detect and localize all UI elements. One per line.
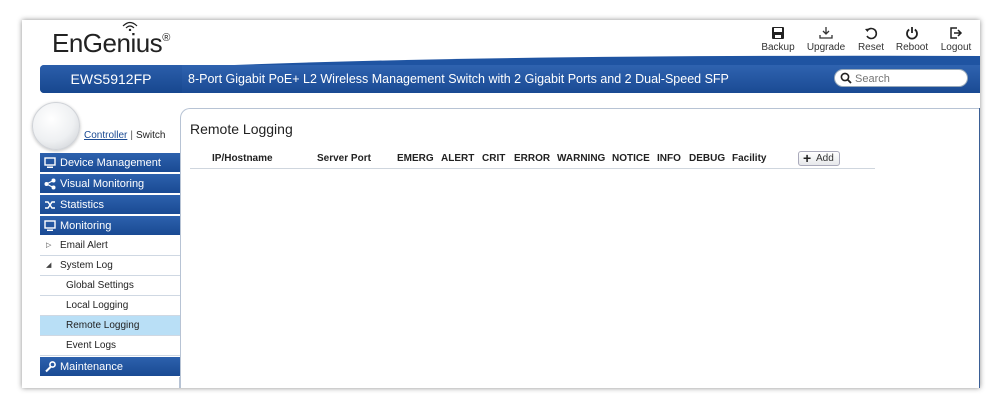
- sidebar-item-global-settings[interactable]: Global Settings: [40, 276, 180, 296]
- device-image: [32, 102, 80, 150]
- sidebar-item-system-log[interactable]: ◢ System Log: [40, 256, 180, 276]
- sidebar-item-label: Visual Monitoring: [60, 178, 145, 190]
- reset-label: Reset: [857, 42, 885, 53]
- monitor-icon: [44, 157, 56, 168]
- plus-icon: +: [803, 150, 812, 166]
- reset-icon: [865, 27, 878, 40]
- add-button[interactable]: + Add: [798, 151, 840, 166]
- sidebar-item-device-management[interactable]: Device Management: [40, 153, 180, 173]
- shuffle-icon: [45, 201, 55, 209]
- logout-label: Logout: [940, 42, 972, 53]
- sidebar-item-label: Maintenance: [60, 361, 123, 373]
- search-icon: [840, 72, 852, 84]
- monitor-icon: [44, 220, 56, 231]
- logout-button[interactable]: Logout: [936, 26, 976, 53]
- column-notice: NOTICE: [612, 153, 650, 164]
- column-warning: WARNING: [557, 153, 606, 164]
- sidebar-item-remote-logging[interactable]: Remote Logging: [40, 316, 180, 336]
- sidebar-item-label: Monitoring: [60, 220, 112, 232]
- content-panel: [180, 108, 980, 388]
- search-input[interactable]: [855, 71, 963, 86]
- reboot-button[interactable]: Reboot: [892, 26, 932, 53]
- caret-down-icon: ◢: [46, 262, 52, 269]
- add-button-label: Add: [816, 153, 834, 164]
- logout-icon: [950, 27, 963, 39]
- reset-button[interactable]: Reset: [851, 26, 891, 53]
- engenius-logo: EnGenius®: [52, 21, 170, 59]
- column-facility: Facility: [732, 153, 767, 164]
- column-error: ERROR: [514, 153, 551, 164]
- app-window: EnGenius® Backup Upgrade Reset Reboot Lo…: [22, 20, 980, 388]
- column-server-port: Server Port: [317, 153, 371, 164]
- column-emerg: EMERG: [397, 153, 434, 164]
- model-description: 8-Port Gigabit PoE+ L2 Wireless Manageme…: [188, 72, 729, 86]
- column-debug: DEBUG: [689, 153, 726, 164]
- column-ip-hostname: IP/Hostname: [212, 153, 273, 164]
- sidebar-item-monitoring[interactable]: Monitoring: [40, 216, 180, 236]
- upgrade-button[interactable]: Upgrade: [806, 26, 846, 53]
- sidebar-item-label: Email Alert: [60, 240, 108, 251]
- sidebar-item-label: Statistics: [60, 199, 105, 211]
- mode-separator: |: [130, 130, 133, 141]
- column-alert: ALERT: [441, 153, 475, 164]
- page-title: Remote Logging: [190, 121, 293, 137]
- share-icon: [44, 178, 56, 190]
- column-crit: CRIT: [482, 153, 506, 164]
- sidebar-item-label: Remote Logging: [66, 320, 140, 331]
- caret-right-icon: ▷: [46, 242, 52, 249]
- sidebar-item-label: Global Settings: [66, 280, 134, 291]
- switch-link[interactable]: Switch: [136, 130, 165, 141]
- save-icon: [772, 27, 784, 39]
- sidebar-item-email-alert[interactable]: ▷ Email Alert: [40, 236, 180, 256]
- model-name: EWS5912FP: [40, 65, 182, 93]
- logo-text: EnGenius: [52, 28, 163, 58]
- sidebar-item-event-logs[interactable]: Event Logs: [40, 336, 180, 356]
- reboot-label: Reboot: [895, 42, 929, 53]
- sidebar-item-label: Device Management: [60, 157, 161, 169]
- sidebar-item-label: Event Logs: [66, 340, 117, 351]
- column-info: INFO: [657, 153, 681, 164]
- search-box[interactable]: [834, 69, 968, 87]
- sidebar-item-local-logging[interactable]: Local Logging: [40, 296, 180, 316]
- controller-link[interactable]: Controller: [84, 130, 127, 141]
- wifi-logo-icon: [122, 21, 138, 31]
- sidebar-item-statistics[interactable]: Statistics: [40, 195, 180, 215]
- power-icon: [906, 27, 918, 40]
- wrench-icon: [45, 361, 56, 373]
- sidebar-item-label: Local Logging: [66, 300, 129, 311]
- sidebar-item-visual-monitoring[interactable]: Visual Monitoring: [40, 174, 180, 194]
- mode-switcher: Controller | Switch: [84, 130, 165, 141]
- remote-logging-table-header: IP/Hostname Server Port EMERG ALERT CRIT…: [190, 151, 875, 169]
- registered-mark: ®: [162, 32, 170, 44]
- upgrade-label: Upgrade: [806, 42, 846, 53]
- backup-button[interactable]: Backup: [758, 26, 798, 53]
- download-icon: [819, 27, 833, 39]
- sidebar-item-label: System Log: [60, 260, 113, 271]
- backup-label: Backup: [761, 42, 795, 53]
- sidebar-footer: [40, 377, 180, 388]
- sidebar-item-maintenance[interactable]: Maintenance: [40, 357, 180, 377]
- content-edge: [979, 108, 980, 388]
